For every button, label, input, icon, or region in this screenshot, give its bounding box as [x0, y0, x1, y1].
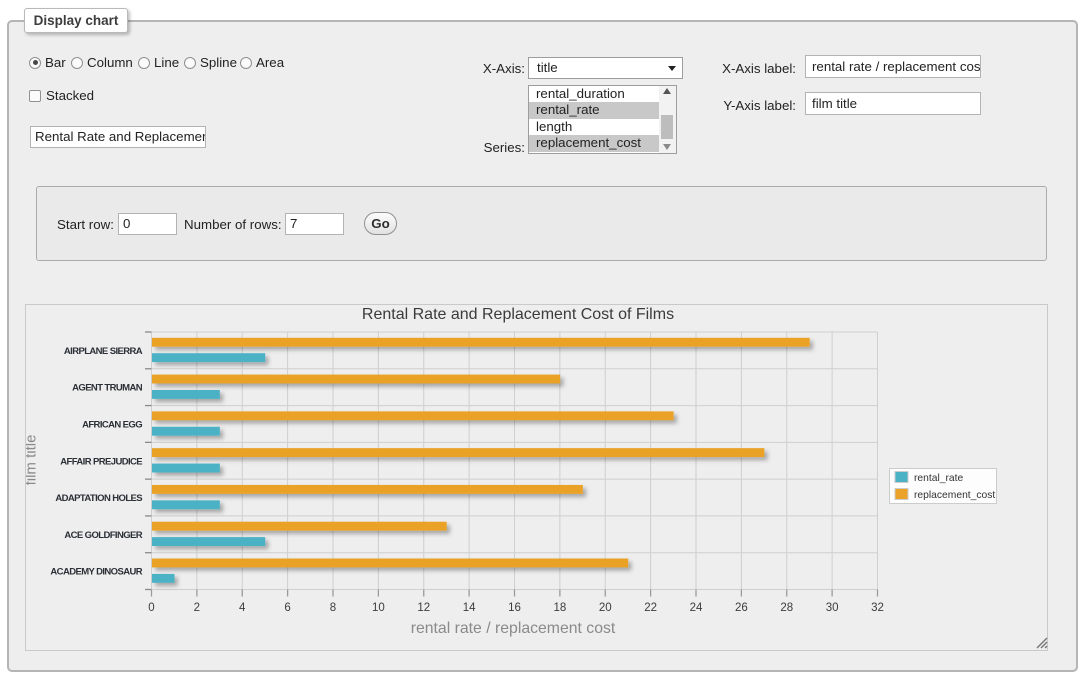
svg-text:26: 26 — [735, 602, 748, 614]
svg-text:ADAPTATION HOLES: ADAPTATION HOLES — [55, 493, 142, 504]
svg-text:20: 20 — [599, 602, 612, 614]
svg-text:8: 8 — [330, 602, 336, 614]
svg-text:16: 16 — [508, 602, 521, 614]
svg-text:AGENT TRUMAN: AGENT TRUMAN — [72, 383, 143, 394]
svg-text:30: 30 — [826, 602, 839, 614]
svg-text:AIRPLANE SIERRA: AIRPLANE SIERRA — [64, 346, 143, 357]
svg-text:14: 14 — [463, 602, 476, 614]
svg-text:12: 12 — [417, 602, 430, 614]
svg-text:22: 22 — [644, 602, 657, 614]
svg-text:ACE GOLDFINGER: ACE GOLDFINGER — [64, 530, 142, 541]
svg-text:10: 10 — [372, 602, 385, 614]
svg-text:28: 28 — [780, 602, 793, 614]
svg-text:replacement_cost: replacement_cost — [914, 490, 995, 501]
svg-text:4: 4 — [239, 602, 246, 614]
svg-text:ACADEMY DINOSAUR: ACADEMY DINOSAUR — [50, 567, 142, 578]
svg-text:rental rate / replacement cost: rental rate / replacement cost — [411, 620, 616, 637]
svg-text:24: 24 — [690, 602, 703, 614]
svg-text:Rental Rate and Replacement Co: Rental Rate and Replacement Cost of Film… — [362, 306, 674, 323]
svg-text:0: 0 — [148, 602, 154, 614]
svg-text:rental_rate: rental_rate — [914, 473, 964, 484]
svg-text:2: 2 — [194, 602, 200, 614]
svg-text:6: 6 — [284, 602, 290, 614]
svg-text:32: 32 — [871, 602, 884, 614]
svg-text:AFRICAN EGG: AFRICAN EGG — [82, 419, 142, 430]
svg-text:18: 18 — [553, 602, 566, 614]
svg-text:AFFAIR PREJUDICE: AFFAIR PREJUDICE — [60, 456, 142, 467]
svg-text:film title: film title — [26, 435, 40, 486]
